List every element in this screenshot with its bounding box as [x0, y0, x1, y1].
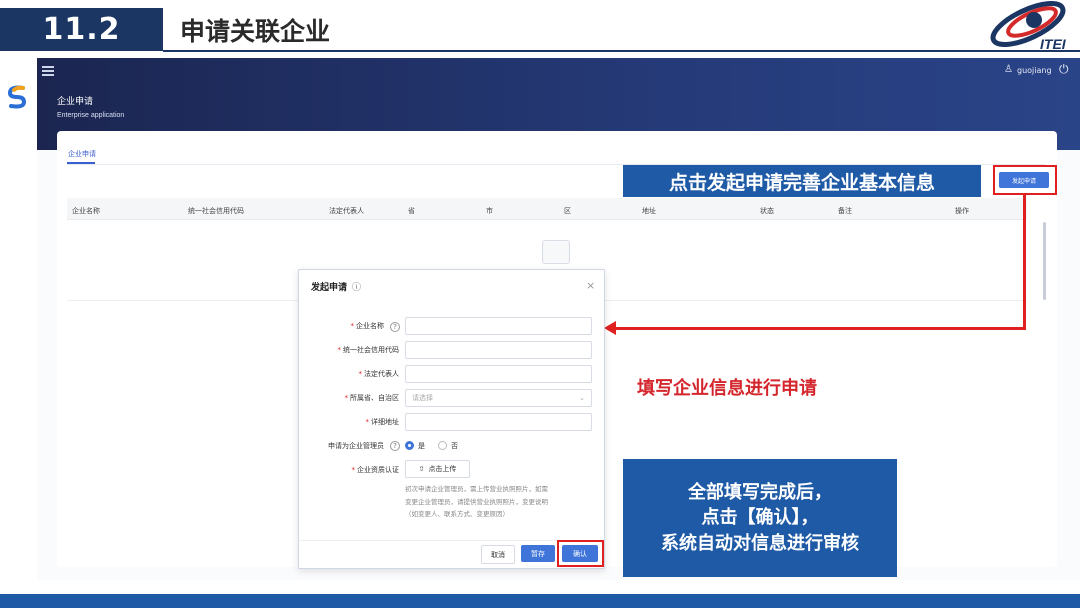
logout-icon[interactable]: ⏻ [1059, 62, 1069, 77]
footer-bar [0, 594, 1080, 608]
arrow-head-icon [604, 321, 616, 335]
column-header: 市 [486, 207, 493, 215]
upload-icon: ⇧ [418, 465, 425, 473]
column-header: 区 [564, 207, 571, 215]
callout-confirm: 全部填写完成后， 点击【确认】， 系统自动对信息进行审核 [623, 459, 897, 577]
radio-label-no: 否 [451, 442, 458, 450]
column-header: 地址 [642, 207, 656, 215]
label-admin-question: 申请为企业管理员 [328, 442, 384, 450]
company-name-input[interactable] [405, 317, 592, 335]
save-draft-button[interactable]: 暂存 [521, 545, 555, 562]
logo-text: ITEI [1040, 36, 1066, 52]
header-divider [163, 50, 1080, 52]
upload-hint: 初次申请企业管理员，需上传营业执照照片，如需 变更企业管理员，请提供营业执照照片… [405, 485, 548, 518]
label-legal-rep: * 法定代表人 [358, 370, 400, 378]
column-header: 状态 [760, 207, 774, 215]
confirm-button[interactable]: 确认 [562, 545, 598, 562]
page-subtitle: Enterprise application [57, 112, 125, 119]
arrow-line-horizontal [613, 327, 1026, 330]
upload-button[interactable]: ⇧ 点击上传 [405, 460, 470, 478]
app-logo-icon[interactable] [6, 84, 28, 110]
dialog-title: 发起申请 [311, 283, 348, 293]
scrollbar[interactable] [1043, 222, 1046, 300]
user-name[interactable]: guojiang [1017, 66, 1052, 75]
help-icon[interactable]: ? [390, 441, 400, 451]
label-company-name: * 企业名称 [350, 322, 385, 330]
column-header: 统一社会信用代码 [188, 207, 244, 215]
menu-toggle-icon[interactable] [42, 66, 54, 76]
callout-apply: 点击发起申请完善企业基本信息 [623, 165, 981, 197]
label-credit-code: * 统一社会信用代码 [337, 346, 400, 354]
radio-label-yes: 是 [418, 442, 425, 450]
column-header: 企业名称 [72, 207, 100, 215]
close-icon[interactable]: × [586, 279, 595, 292]
label-address: * 详细地址 [365, 418, 400, 426]
chevron-down-icon: ⌄ [579, 394, 585, 402]
column-header: 备注 [838, 207, 852, 215]
help-icon[interactable]: ⓘ [352, 280, 361, 293]
column-header: 省 [408, 207, 415, 215]
section-number: 11.2 [0, 8, 163, 51]
label-province: * 所属省、自治区 [344, 394, 400, 402]
cancel-button[interactable]: 取消 [481, 545, 515, 564]
label-qualification: * 企业资质认证 [351, 466, 400, 474]
radio-admin-yes[interactable] [405, 441, 414, 450]
address-input[interactable] [405, 413, 592, 431]
tab-enterprise-application[interactable]: 企业申请 [68, 149, 96, 159]
province-select[interactable]: 请选择 ⌄ [405, 389, 592, 407]
arrow-line-vertical [1023, 195, 1026, 330]
page-title: 企业申请 [57, 97, 94, 107]
apply-button[interactable]: 发起申请 [999, 172, 1049, 188]
column-header: 操作 [955, 207, 969, 215]
help-icon[interactable]: ? [390, 322, 400, 332]
user-icon[interactable]: ♙ [1004, 64, 1013, 75]
left-rail [0, 58, 37, 580]
legal-rep-input[interactable] [405, 365, 592, 383]
credit-code-input[interactable] [405, 341, 592, 359]
slide-title: 申请关联企业 [180, 17, 331, 46]
radio-admin-no[interactable] [438, 441, 447, 450]
column-header: 法定代表人 [329, 207, 364, 215]
footer-spacer [0, 580, 1080, 594]
empty-data-icon [542, 240, 570, 264]
red-note: 填写企业信息进行申请 [637, 378, 817, 399]
